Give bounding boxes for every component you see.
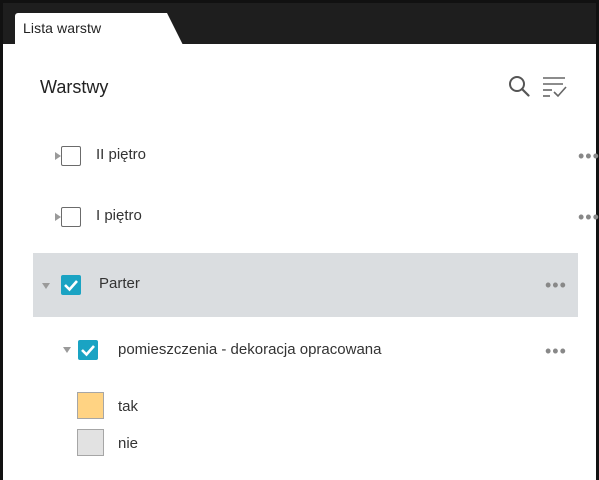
layer-row-parter[interactable]: Parter ••• bbox=[33, 253, 578, 317]
legend-swatch-tak bbox=[77, 392, 104, 419]
layer-label: I piętro bbox=[96, 207, 142, 224]
layer-label: pomieszczenia - dekoracja opracowana bbox=[118, 341, 382, 358]
legend-swatch-nie bbox=[77, 429, 104, 456]
caret-down-icon[interactable] bbox=[41, 281, 51, 291]
more-horizontal-icon[interactable]: ••• bbox=[578, 147, 599, 165]
visibility-checkbox-checked[interactable] bbox=[78, 340, 98, 360]
search-icon[interactable] bbox=[508, 75, 530, 97]
legend-label: nie bbox=[118, 435, 139, 452]
more-horizontal-icon[interactable]: ••• bbox=[578, 208, 599, 226]
layer-label: II piętro bbox=[96, 146, 147, 163]
tab-bar: Lista warstw bbox=[3, 3, 596, 45]
filter-list-icon[interactable] bbox=[539, 74, 569, 100]
panel-title: Warstwy bbox=[40, 77, 109, 97]
layer-label: Parter bbox=[99, 275, 140, 292]
layer-row-ii-pietro[interactable]: II piętro ••• bbox=[33, 126, 599, 186]
checkmark-icon bbox=[81, 345, 95, 357]
tab-layer-list[interactable]: Lista warstw bbox=[15, 13, 183, 45]
more-horizontal-icon[interactable]: ••• bbox=[545, 276, 575, 294]
layer-row-i-pietro[interactable]: I piętro ••• bbox=[33, 187, 599, 247]
visibility-checkbox[interactable] bbox=[61, 207, 81, 227]
legend-label: tak bbox=[118, 398, 139, 415]
checkmark-icon bbox=[64, 280, 78, 292]
visibility-checkbox-checked[interactable] bbox=[61, 275, 81, 295]
layer-row-pomieszczenia[interactable]: pomieszczenia - dekoracja opracowana ••• bbox=[33, 324, 578, 376]
visibility-checkbox[interactable] bbox=[61, 146, 81, 166]
caret-down-icon[interactable] bbox=[62, 345, 72, 355]
more-horizontal-icon[interactable]: ••• bbox=[545, 342, 575, 360]
tab-label: Lista warstw bbox=[23, 20, 102, 36]
